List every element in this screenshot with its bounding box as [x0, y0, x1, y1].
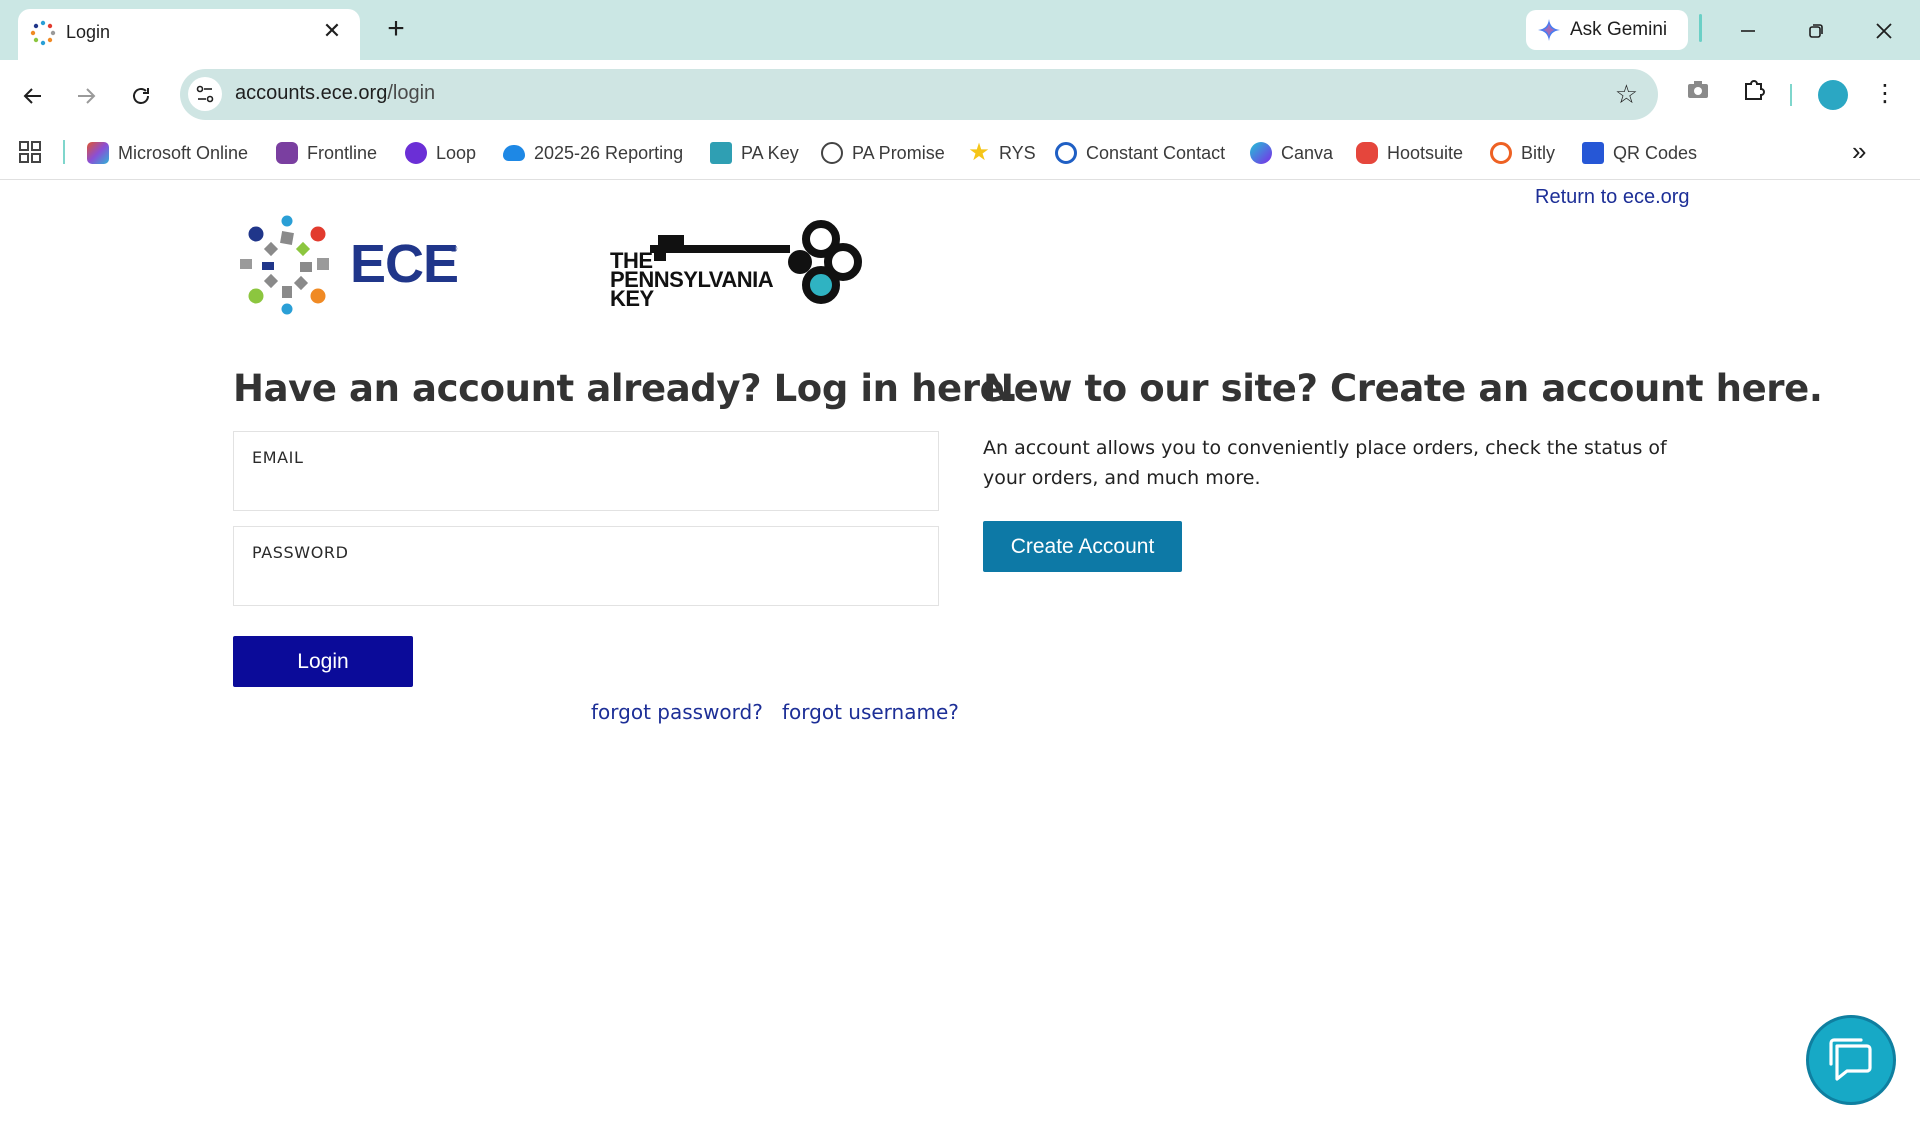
bitly-icon: [1490, 142, 1512, 164]
wordpress-icon: [821, 142, 843, 164]
back-arrow-icon[interactable]: [13, 74, 53, 114]
profile-avatar[interactable]: [1818, 80, 1848, 110]
bookmark-bitly[interactable]: Bitly: [1490, 138, 1555, 168]
bookmark-pa-key[interactable]: PA Key: [710, 138, 799, 168]
bookmark-canva[interactable]: Canva: [1250, 138, 1333, 168]
bookmarks-bar: Microsoft Online Frontline Loop 2025-26 …: [0, 128, 1920, 180]
email-label: EMAIL: [252, 448, 304, 467]
browser-toolbar: accounts.ece.org/login ☆ ⋮: [0, 60, 1920, 128]
bookmark-label: PA Promise: [852, 142, 945, 163]
screenshot-camera-icon[interactable]: [1680, 76, 1716, 112]
create-account-button[interactable]: Create Account: [983, 521, 1182, 572]
password-field[interactable]: PASSWORD: [233, 526, 939, 606]
bookmarks-divider: [63, 140, 65, 164]
tab-title: Login: [66, 22, 111, 42]
browser-titlebar: Login ✕ + Ask Gemini: [0, 0, 1920, 60]
canva-icon: [1250, 142, 1272, 164]
bookmark-pa-promise[interactable]: PA Promise: [821, 138, 945, 168]
active-tab[interactable]: Login ✕: [18, 9, 360, 60]
bookmark-label: Microsoft Online: [118, 142, 249, 163]
create-account-description: An account allows you to conveniently pl…: [983, 437, 1667, 489]
login-button[interactable]: Login: [233, 636, 413, 687]
forward-arrow-icon[interactable]: [66, 74, 106, 114]
bookmark-constant-contact[interactable]: Constant Contact: [1055, 138, 1225, 168]
email-field[interactable]: EMAIL: [233, 431, 939, 511]
onedrive-cloud-icon: [503, 145, 525, 161]
bookmark-star-icon[interactable]: ☆: [1615, 79, 1638, 109]
bookmark-label: Constant Contact: [1086, 142, 1226, 163]
star-icon: ★: [968, 139, 990, 166]
bookmark-label: Canva: [1281, 142, 1334, 163]
ece-favicon-icon: [30, 20, 56, 46]
extensions-puzzle-icon[interactable]: [1736, 76, 1772, 112]
tab-close-icon[interactable]: ✕: [318, 17, 346, 45]
forgot-password-link[interactable]: forgot password?: [591, 700, 763, 724]
more-bookmarks-chevron-icon[interactable]: »: [1852, 136, 1866, 167]
new-tab-button[interactable]: +: [380, 14, 412, 46]
frontline-icon: [276, 142, 298, 164]
qr-code-icon: [1582, 142, 1604, 164]
url-host: accounts.ece.org: [235, 82, 388, 104]
bookmark-loop[interactable]: Loop: [405, 138, 476, 168]
return-to-ece-link[interactable]: Return to ece.org: [1535, 186, 1690, 209]
constant-contact-icon: [1055, 142, 1077, 164]
bookmark-label: Loop: [436, 142, 477, 163]
address-bar[interactable]: accounts.ece.org/login ☆: [180, 69, 1658, 120]
password-input[interactable]: [252, 569, 922, 597]
minimize-icon[interactable]: [1724, 10, 1772, 50]
bookmark-qr-codes[interactable]: QR Codes: [1582, 138, 1697, 168]
bookmark-label: PA Key: [741, 142, 799, 163]
email-input[interactable]: [252, 474, 922, 502]
ece-logo-text: ECE: [350, 234, 459, 294]
pennsylvania-key-logo[interactable]: THE PENNSYLVANIA KEY: [610, 215, 865, 315]
pakey-line-3: KEY: [610, 286, 654, 311]
bookmark-label: RYS: [999, 142, 1036, 163]
ask-gemini-button[interactable]: Ask Gemini: [1526, 10, 1688, 50]
bookmark-label: 2025-26 Reporting: [534, 142, 684, 163]
ask-gemini-label: Ask Gemini: [1570, 19, 1668, 40]
bookmark-label: Bitly: [1521, 142, 1556, 163]
create-account-heading: New to our site? Create an account here.: [983, 367, 1823, 410]
bookmark-label: QR Codes: [1613, 142, 1698, 163]
hootsuite-owl-icon: [1356, 142, 1378, 164]
reload-icon[interactable]: [121, 74, 161, 114]
site-info-icon[interactable]: [188, 77, 222, 111]
bookmark-microsoft-online[interactable]: Microsoft Online: [87, 138, 248, 168]
chat-button[interactable]: [1806, 1015, 1896, 1105]
bookmark-label: Hootsuite: [1387, 142, 1464, 163]
bookmark-label: Frontline: [307, 142, 378, 163]
toolbar-divider: [1790, 84, 1792, 106]
registered-mark: ®: [450, 244, 458, 255]
url-text[interactable]: accounts.ece.org/login: [235, 82, 435, 105]
titlebar-divider: [1699, 14, 1702, 42]
bookmark-hootsuite[interactable]: Hootsuite: [1356, 138, 1463, 168]
restore-icon[interactable]: [1792, 10, 1840, 50]
close-window-icon[interactable]: [1860, 10, 1908, 50]
ece-logo-mark: [240, 215, 329, 315]
bookmark-rys[interactable]: ★ RYS: [968, 138, 1036, 168]
bookmark-frontline[interactable]: Frontline: [276, 138, 377, 168]
login-heading: Have an account already? Log in here.: [233, 367, 1018, 410]
microsoft-copilot-icon: [87, 142, 109, 164]
pa-key-icon: [710, 142, 732, 164]
more-menu-icon[interactable]: ⋮: [1870, 76, 1900, 112]
password-label: PASSWORD: [252, 543, 349, 562]
apps-grid-icon[interactable]: [18, 140, 42, 164]
ece-logo[interactable]: ECE ®: [232, 210, 464, 320]
gemini-sparkle-icon: [1538, 19, 1560, 41]
loop-icon: [405, 142, 427, 164]
chat-bubble-icon: [1829, 1038, 1872, 1081]
bookmark-2025-26-reporting[interactable]: 2025-26 Reporting: [503, 138, 683, 168]
forgot-username-link[interactable]: forgot username?: [782, 700, 959, 724]
url-path: /login: [387, 82, 436, 104]
